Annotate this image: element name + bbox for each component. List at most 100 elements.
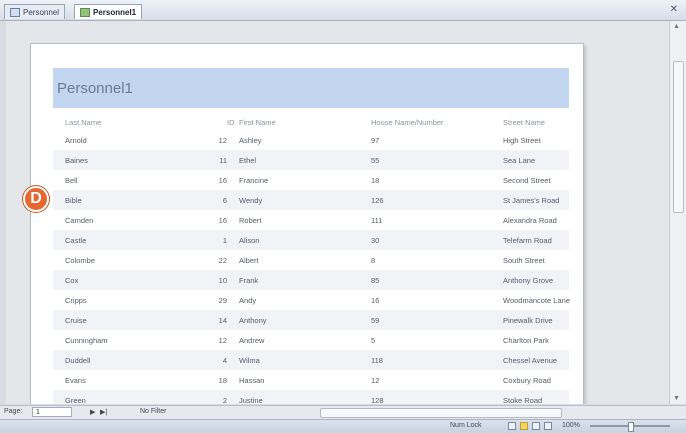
cell-house-number: 111 bbox=[371, 216, 383, 225]
cell-id: 10 bbox=[218, 276, 227, 285]
cell-house-number: 5 bbox=[371, 336, 376, 345]
cell-first-name: Francine bbox=[239, 176, 269, 185]
cell-last-name: Cunningham bbox=[65, 336, 108, 345]
cell-first-name: Frank bbox=[239, 276, 259, 285]
table-row: Cripps 29 Andy 16 Woodmancote Lane bbox=[53, 290, 570, 310]
cell-id: 1 bbox=[222, 236, 227, 245]
next-page-icon[interactable]: ▶ bbox=[90, 408, 95, 416]
cell-first-name: Anthony bbox=[239, 316, 267, 325]
cell-last-name: Bell bbox=[65, 176, 78, 185]
report-view-icon[interactable] bbox=[508, 422, 516, 430]
cell-house-number: 30 bbox=[371, 236, 380, 245]
status-bar: Num Lock 100% bbox=[0, 419, 686, 433]
cell-street-name: St James's Road bbox=[503, 196, 560, 205]
cell-street-name: Sea Lane bbox=[503, 156, 536, 165]
horizontal-scrollbar[interactable] bbox=[320, 408, 562, 418]
cell-street-name: Second Street bbox=[503, 176, 551, 185]
table-icon bbox=[10, 7, 20, 17]
cell-street-name: Coxbury Road bbox=[503, 376, 551, 385]
print-preview-icon[interactable] bbox=[520, 422, 528, 430]
page-label: Page: bbox=[4, 408, 23, 415]
cell-house-number: 128 bbox=[371, 396, 384, 404]
scrollbar-thumb[interactable] bbox=[673, 61, 684, 213]
column-header-street-name: Street Name bbox=[503, 118, 546, 127]
cell-house-number: 16 bbox=[371, 296, 380, 305]
design-view-icon[interactable] bbox=[544, 422, 552, 430]
report-preview-area: Personnel1 Last Name ID First Name House… bbox=[6, 21, 670, 404]
page-number-input[interactable]: 1 bbox=[32, 407, 72, 417]
table-row: Castle 1 Alison 30 Telefarm Road bbox=[53, 230, 569, 250]
cell-id: 29 bbox=[218, 296, 227, 305]
table-row: Colombe 22 Albert 8 South Street bbox=[53, 250, 569, 270]
zoom-level: 100% bbox=[562, 422, 580, 429]
cell-house-number: 85 bbox=[371, 276, 380, 285]
cell-first-name: Justine bbox=[239, 396, 263, 404]
cell-last-name: Cripps bbox=[65, 296, 87, 305]
cell-house-number: 126 bbox=[371, 196, 384, 205]
cell-first-name: Wilma bbox=[239, 356, 260, 365]
cell-last-name: Camden bbox=[65, 216, 94, 225]
cell-first-name: Ashley bbox=[239, 136, 262, 145]
cell-last-name: Colombe bbox=[65, 256, 96, 265]
cell-last-name: Arnold bbox=[65, 136, 87, 145]
cell-first-name: Andrew bbox=[239, 336, 265, 345]
cell-house-number: 18 bbox=[371, 176, 380, 185]
table-row: Baines 11 Ethel 55 Sea Lane bbox=[53, 150, 569, 170]
cell-street-name: Woodmancote Lane bbox=[503, 296, 570, 305]
cell-first-name: Alison bbox=[239, 236, 260, 245]
layout-view-icon[interactable] bbox=[532, 422, 540, 430]
table-row: Camden 16 Robert 111 Alexandra Road bbox=[53, 210, 569, 230]
table-row: Bible 6 Wendy 126 St James's Road bbox=[53, 190, 569, 210]
report-page: Personnel1 Last Name ID First Name House… bbox=[30, 43, 584, 404]
num-lock-indicator: Num Lock bbox=[450, 422, 482, 429]
scroll-up-icon[interactable]: ▲ bbox=[673, 23, 680, 30]
column-header-last-name: Last Name bbox=[65, 118, 102, 127]
tab-personnel[interactable]: Personnel bbox=[4, 4, 66, 19]
record-navigation-bar: Page: 1 ▶ ▶| No Filter bbox=[0, 405, 686, 419]
cell-id: 14 bbox=[218, 316, 227, 325]
cell-id: 16 bbox=[218, 216, 227, 225]
cell-house-number: 118 bbox=[371, 356, 383, 365]
cell-last-name: Duddell bbox=[65, 356, 91, 365]
cell-street-name: Pinewalk Drive bbox=[503, 316, 553, 325]
cell-id: 4 bbox=[222, 356, 227, 365]
cell-first-name: Hassan bbox=[239, 376, 265, 385]
cell-street-name: South Street bbox=[503, 256, 545, 265]
column-header-id: ID bbox=[227, 118, 235, 127]
table-row: Bell 16 Francine 18 Second Street bbox=[53, 170, 569, 190]
last-page-icon[interactable]: ▶| bbox=[100, 408, 107, 416]
cell-last-name: Green bbox=[65, 396, 86, 404]
cell-house-number: 59 bbox=[371, 316, 380, 325]
cell-house-number: 12 bbox=[371, 376, 380, 385]
table-row: Green 2 Justine 128 Stoke Road bbox=[53, 390, 569, 404]
cell-street-name: High Street bbox=[503, 136, 541, 145]
tab-label: Personnel1 bbox=[93, 7, 137, 17]
cell-last-name: Bible bbox=[65, 196, 82, 205]
cell-last-name: Evans bbox=[65, 376, 86, 385]
vertical-scrollbar[interactable]: ▲ ▼ bbox=[669, 21, 686, 404]
zoom-slider-thumb[interactable] bbox=[628, 422, 634, 432]
filter-status[interactable]: No Filter bbox=[140, 408, 166, 415]
cell-id: 22 bbox=[218, 256, 227, 265]
cell-id: 12 bbox=[218, 136, 227, 145]
cell-id: 11 bbox=[219, 156, 227, 165]
close-icon[interactable]: ✕ bbox=[670, 4, 678, 15]
report-title: Personnel1 bbox=[57, 80, 133, 97]
report-header: Personnel1 bbox=[53, 68, 569, 108]
column-header-first-name: First Name bbox=[239, 118, 276, 127]
cell-first-name: Wendy bbox=[239, 196, 263, 205]
cell-house-number: 8 bbox=[371, 256, 376, 265]
column-header-house-number: House Name/Number bbox=[371, 118, 444, 127]
cell-street-name: Chessel Avenue bbox=[503, 356, 558, 365]
cell-id: 18 bbox=[218, 376, 227, 385]
cell-last-name: Baines bbox=[65, 156, 88, 165]
table-row: Arnold 12 Ashley 97 High Street bbox=[53, 130, 569, 150]
cell-street-name: Alexandra Road bbox=[503, 216, 557, 225]
cell-house-number: 55 bbox=[371, 156, 380, 165]
cell-id: 16 bbox=[218, 176, 227, 185]
cell-street-name: Anthony Grove bbox=[503, 276, 554, 285]
scroll-down-icon[interactable]: ▼ bbox=[673, 395, 680, 402]
cell-first-name: Ethel bbox=[239, 156, 257, 165]
cell-id: 6 bbox=[222, 196, 227, 205]
tab-personnel1[interactable]: Personnel1 bbox=[74, 4, 143, 19]
